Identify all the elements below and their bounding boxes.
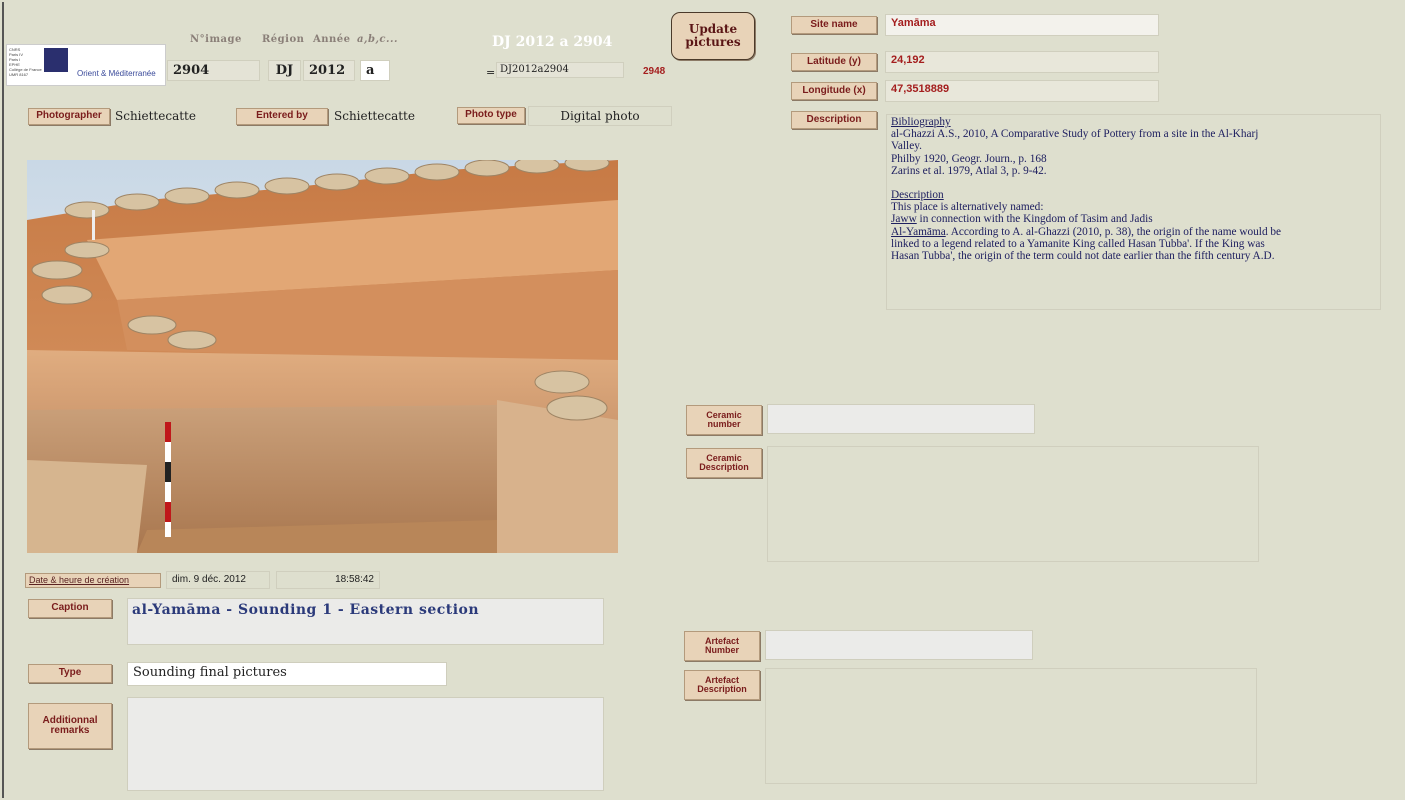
description-label: Description <box>791 111 877 129</box>
longitude-label: Longitude (x) <box>791 82 877 100</box>
jaww-rest: in connection with the Kingdom of Tasim … <box>916 213 1153 226</box>
code-title: DJ 2012 a 2904 <box>492 34 613 50</box>
yamama-rest: . According to A. al-Ghazzi (2010, p. 38… <box>945 225 1282 238</box>
jaww-word: Jaww <box>891 213 917 226</box>
desc-line: Description <box>891 189 944 202</box>
artefact-number-label: Artefact Number <box>684 631 760 661</box>
desc-line: Hasan Tubba', the origin of the term cou… <box>891 250 1275 263</box>
desc-line: This place is alternatively named: <box>891 201 1044 214</box>
region-field[interactable]: DJ <box>268 60 301 81</box>
desc-line: linked to a legend related to a Yamanite… <box>891 237 1265 250</box>
type-label: Type <box>28 664 112 683</box>
site-name-label: Site name <box>791 16 877 34</box>
excavation-image <box>27 160 618 553</box>
desc-line: Al-Yamāma. According to A. al-Ghazzi (20… <box>891 226 1376 238</box>
type-field[interactable]: Sounding final pictures <box>127 662 447 686</box>
longitude-field[interactable]: 47,3518889 <box>885 80 1159 102</box>
latitude-label: Latitude (y) <box>791 53 877 71</box>
yamama-word: Al-Yamāma <box>891 225 946 238</box>
desc-line: Zarins et al. 1979, Atlal 3, p. 9-42. <box>891 164 1047 177</box>
entered-by-label: Entered by <box>236 108 328 125</box>
latitude-field[interactable]: 24,192 <box>885 51 1159 73</box>
site-photo <box>27 160 618 553</box>
record-count: 2948 <box>643 66 666 77</box>
institution-logo: CNRS Paris IV Paris I EPHE Collège de France… <box>6 44 166 86</box>
logo-mark <box>44 48 68 72</box>
update-pictures-button[interactable]: Update pictures <box>671 12 755 60</box>
logo-small-text: CNRS Paris IV Paris I EPHE Collège de France… <box>9 47 42 77</box>
remarks-field[interactable] <box>127 697 604 791</box>
desc-line <box>891 177 1376 189</box>
photo-type-value[interactable]: Digital photo <box>528 106 672 126</box>
artefact-description-field[interactable] <box>765 668 1257 784</box>
desc-line: Valley. <box>891 140 922 153</box>
abc-header: a,b,c... <box>357 34 398 45</box>
code-equals: = <box>486 66 496 79</box>
caption-label: Caption <box>28 599 112 618</box>
code-field[interactable]: DJ2012a2904 <box>496 62 624 78</box>
remarks-label: Additionnal remarks <box>28 703 112 749</box>
entered-by-value[interactable]: Schiettecatte <box>334 109 415 123</box>
photo-type-label: Photo type <box>457 107 525 124</box>
annee-header: Année <box>313 34 351 45</box>
creation-time[interactable]: 18:58:42 <box>276 571 380 589</box>
photographer-label: Photographer <box>28 108 110 125</box>
ceramic-number-field[interactable] <box>767 404 1035 434</box>
region-header: Région <box>262 34 305 45</box>
desc-line: al-Ghazzi A.S., 2010, A Comparative Stud… <box>891 128 1259 141</box>
scale-bar <box>165 422 171 537</box>
ceramic-number-label: Ceramic number <box>686 405 762 435</box>
desc-line: Philby 1920, Geogr. Journ., p. 168 <box>891 152 1047 165</box>
artefact-number-field[interactable] <box>765 630 1033 660</box>
desc-line: Bibliography <box>891 116 951 128</box>
nimage-field[interactable]: 2904 <box>167 60 260 81</box>
creation-label: Date & heure de création <box>25 573 161 588</box>
abc-field[interactable]: a <box>360 60 390 81</box>
artefact-description-label: Artefact Description <box>684 670 760 700</box>
ceramic-description-field[interactable] <box>767 446 1259 562</box>
desc-line: Jaww in connection with the Kingdom of T… <box>891 213 1376 225</box>
site-description[interactable]: Bibliography al-Ghazzi A.S., 2010, A Com… <box>886 114 1381 310</box>
site-name-field[interactable]: Yamāma <box>885 14 1159 36</box>
annee-field[interactable]: 2012 <box>303 60 355 81</box>
caption-field[interactable]: al-Yamāma - Sounding 1 - Eastern section <box>127 598 604 645</box>
nimage-header: N°image <box>190 34 242 45</box>
creation-date[interactable]: dim. 9 déc. 2012 <box>166 571 270 589</box>
photographer-value[interactable]: Schiettecatte <box>115 109 196 123</box>
ceramic-description-label: Ceramic Description <box>686 448 762 478</box>
logo-label: Orient & Méditerranée <box>77 69 156 78</box>
